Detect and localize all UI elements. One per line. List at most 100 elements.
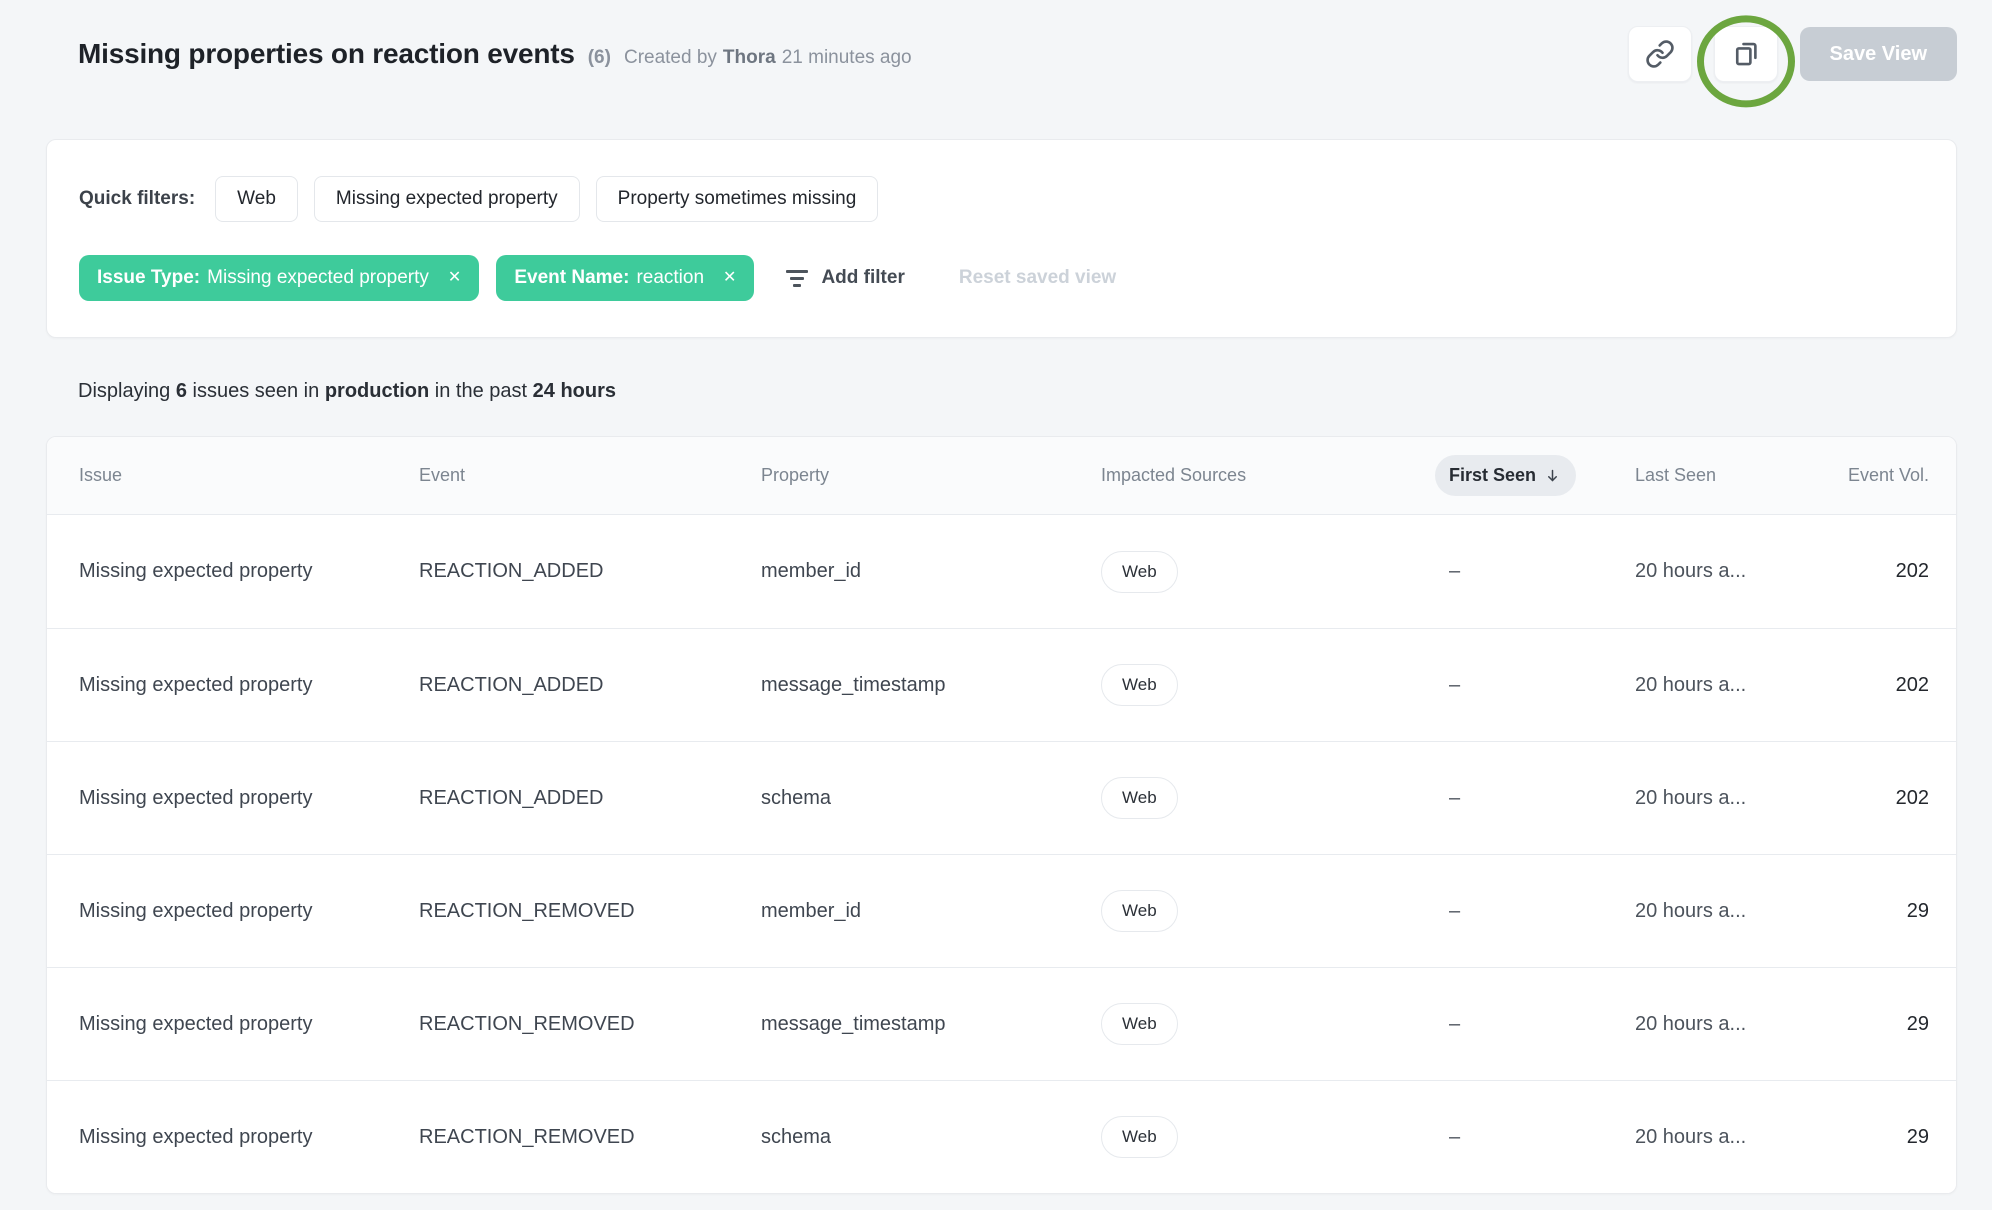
duplicate-view-button[interactable] [1714,26,1778,82]
column-header-issue[interactable]: Issue [79,465,419,486]
titlebar: Missing properties on reaction events (6… [78,26,1957,82]
column-header-first-seen: First Seen [1435,455,1635,496]
cell-event: REACTION_ADDED [419,560,761,583]
column-header-impacted-sources[interactable]: Impacted Sources [1101,465,1435,486]
cell-event-vol: 29 [1805,900,1929,923]
table-row[interactable]: Missing expected property REACTION_REMOV… [47,1080,1956,1193]
issues-table: Issue Event Property Impacted Sources Fi… [46,436,1957,1194]
source-badge: Web [1101,664,1178,706]
remove-filter-icon[interactable]: ✕ [448,270,461,286]
source-badge: Web [1101,1003,1178,1045]
cell-issue: Missing expected property [79,560,419,583]
cell-event: REACTION_REMOVED [419,900,761,923]
cell-first-seen: – [1435,1013,1635,1036]
cell-issue: Missing expected property [79,1013,419,1036]
author-name: Thora [723,47,776,69]
cell-property: message_timestamp [761,674,1101,697]
cell-issue: Missing expected property [79,674,419,697]
reset-saved-view-button[interactable]: Reset saved view [959,267,1116,289]
cell-impacted-sources: Web [1101,1116,1435,1158]
cell-event-vol: 202 [1805,787,1929,810]
add-filter-label: Add filter [821,267,904,289]
table-row[interactable]: Missing expected property REACTION_ADDED… [47,741,1956,854]
column-header-property[interactable]: Property [761,465,1101,486]
table-row[interactable]: Missing expected property REACTION_REMOV… [47,854,1956,967]
cell-event: REACTION_ADDED [419,787,761,810]
quick-filter-chip[interactable]: Property sometimes missing [596,176,879,222]
cell-impacted-sources: Web [1101,1003,1435,1045]
summary-text-part: production [325,380,429,402]
active-filter-pills: Issue Type: Missing expected property ✕ … [79,255,754,301]
cell-last-seen: 20 hours a... [1635,674,1805,697]
table-body: Missing expected property REACTION_ADDED… [47,515,1956,1193]
table-row[interactable]: Missing expected property REACTION_ADDED… [47,515,1956,628]
source-badge: Web [1101,551,1178,593]
table-row[interactable]: Missing expected property REACTION_ADDED… [47,628,1956,741]
cell-property: schema [761,787,1101,810]
filter-card: Quick filters: Web Missing expected prop… [46,139,1957,338]
summary-text-part: 24 hours [533,380,616,402]
issue-count: (6) [588,47,611,69]
copy-link-button[interactable] [1628,26,1692,82]
cell-last-seen: 20 hours a... [1635,1126,1805,1149]
cell-property: member_id [761,560,1101,583]
cell-first-seen: – [1435,674,1635,697]
cell-event-vol: 29 [1805,1013,1929,1036]
add-filter-button[interactable]: Add filter [786,267,904,289]
cell-impacted-sources: Web [1101,777,1435,819]
cell-issue: Missing expected property [79,787,419,810]
active-filters-row: Issue Type: Missing expected property ✕ … [79,255,1924,301]
copy-icon [1731,39,1761,69]
cell-last-seen: 20 hours a... [1635,1013,1805,1036]
cell-last-seen: 20 hours a... [1635,900,1805,923]
cell-last-seen: 20 hours a... [1635,787,1805,810]
summary-text-part: 6 [176,380,187,402]
created-by-line: Created by Thora 21 minutes ago [624,47,912,69]
source-badge: Web [1101,1116,1178,1158]
save-view-button[interactable]: Save View [1800,27,1957,81]
cell-event-vol: 202 [1805,560,1929,583]
column-header-event[interactable]: Event [419,465,761,486]
quick-filter-chips: Web Missing expected property Property s… [215,176,878,222]
cell-first-seen: – [1435,787,1635,810]
link-icon [1645,39,1675,69]
quick-filter-chip[interactable]: Web [215,176,298,222]
source-badge: Web [1101,890,1178,932]
cell-property: member_id [761,900,1101,923]
cell-impacted-sources: Web [1101,890,1435,932]
cell-issue: Missing expected property [79,900,419,923]
cell-event: REACTION_ADDED [419,674,761,697]
summary-text-part: Displaying [78,380,176,402]
sort-first-seen-button[interactable]: First Seen [1435,455,1576,496]
quick-filters-label: Quick filters: [79,188,195,210]
title-group: Missing properties on reaction events (6… [78,38,912,70]
page-title: Missing properties on reaction events [78,38,575,70]
annotated-button-wrapper [1714,26,1778,82]
sort-descending-icon [1545,468,1560,483]
created-time-ago: 21 minutes ago [782,47,912,69]
cell-event: REACTION_REMOVED [419,1013,761,1036]
page: Missing properties on reaction events (6… [0,0,1992,1210]
cell-property: message_timestamp [761,1013,1101,1036]
quick-filter-chip[interactable]: Missing expected property [314,176,580,222]
created-by-label: Created by [624,47,717,69]
cell-event: REACTION_REMOVED [419,1126,761,1149]
column-header-last-seen[interactable]: Last Seen [1635,465,1805,486]
filter-lines-icon [786,270,808,287]
cell-first-seen: – [1435,560,1635,583]
column-header-event-vol[interactable]: Event Vol. [1805,465,1929,486]
summary-text-part: in the past [429,380,532,402]
active-filter-pill: Issue Type: Missing expected property ✕ [79,255,479,301]
cell-first-seen: – [1435,1126,1635,1149]
remove-filter-icon[interactable]: ✕ [723,270,736,286]
cell-event-vol: 202 [1805,674,1929,697]
source-badge: Web [1101,777,1178,819]
cell-first-seen: – [1435,900,1635,923]
cell-issue: Missing expected property [79,1126,419,1149]
results-summary: Displaying 6 issues seen in production i… [78,377,1957,405]
table-header-row: Issue Event Property Impacted Sources Fi… [47,437,1956,515]
cell-event-vol: 29 [1805,1126,1929,1149]
active-filter-pill: Event Name: reaction ✕ [496,255,754,301]
table-row[interactable]: Missing expected property REACTION_REMOV… [47,967,1956,1080]
cell-last-seen: 20 hours a... [1635,560,1805,583]
